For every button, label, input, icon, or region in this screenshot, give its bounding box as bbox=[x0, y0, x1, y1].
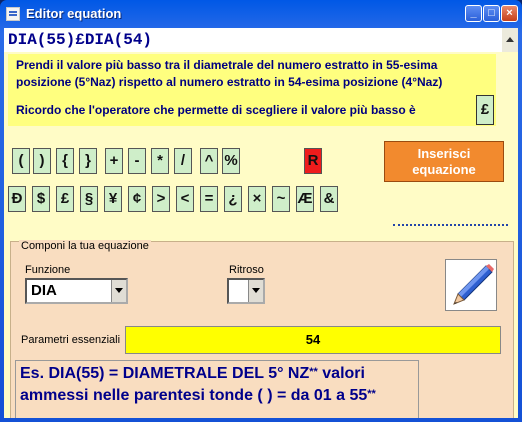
symbol-button[interactable]: * bbox=[151, 148, 169, 174]
close-button[interactable]: × bbox=[501, 5, 518, 22]
symbol-button-r[interactable]: R bbox=[304, 148, 322, 174]
chevron-down-icon[interactable] bbox=[248, 280, 263, 302]
maximize-button[interactable]: □ bbox=[483, 5, 500, 22]
example-line-2-sup: ** bbox=[367, 388, 376, 400]
panel-title: Componi la tua equazione bbox=[19, 240, 151, 252]
symbol-button[interactable]: ¢ bbox=[128, 186, 146, 212]
window-title: Editor equation bbox=[26, 6, 122, 21]
symbol-button[interactable]: + bbox=[105, 148, 123, 174]
insert-equation-button[interactable]: Inserisci equazione bbox=[384, 141, 504, 182]
operator-display: £ bbox=[476, 95, 494, 125]
minimize-button[interactable]: _ bbox=[465, 5, 482, 22]
insert-label-2: equazione bbox=[412, 161, 476, 177]
symbol-button[interactable]: Æ bbox=[296, 186, 314, 212]
symbol-button[interactable]: - bbox=[128, 148, 146, 174]
param-field[interactable]: 54 bbox=[125, 326, 501, 354]
symbol-button[interactable]: { bbox=[56, 148, 74, 174]
symbol-button[interactable]: ( bbox=[12, 148, 30, 174]
symbol-button[interactable]: > bbox=[152, 186, 170, 212]
example-line-1: Es. DIA(55) = DIAMETRALE DEL 5° NZ bbox=[20, 365, 310, 382]
equation-display[interactable]: DIA(55)£DIA(54) bbox=[4, 28, 502, 52]
pencil-button[interactable] bbox=[445, 259, 497, 311]
example-line-1-end: valori bbox=[317, 365, 365, 382]
param-label: Parametri essenziali bbox=[21, 334, 121, 346]
symbol-button[interactable]: ) bbox=[33, 148, 51, 174]
instruction-line-2: posizione (5°Naz) rispetto al numero est… bbox=[16, 75, 443, 89]
example-text: Es. DIA(55) = DIAMETRALE DEL 5° NZ** val… bbox=[15, 360, 419, 418]
symbol-button[interactable]: ¿ bbox=[224, 186, 242, 212]
symbol-button[interactable]: Ð bbox=[8, 186, 26, 212]
function-label: Funzione bbox=[25, 264, 71, 276]
instruction-line-3: Ricordo che l'operatore che permette di … bbox=[16, 103, 416, 117]
example-line-1-sup: ** bbox=[309, 366, 318, 378]
pencil-icon bbox=[453, 264, 494, 305]
app-icon bbox=[6, 7, 20, 21]
symbol-button[interactable]: § bbox=[80, 186, 98, 212]
symbol-button[interactable]: £ bbox=[56, 186, 74, 212]
function-value: DIA bbox=[31, 282, 57, 299]
symbol-button[interactable]: < bbox=[176, 186, 194, 212]
chevron-down-icon[interactable] bbox=[111, 280, 126, 302]
application-window: Editor equation _ □ × DIA(55)£DIA(54) Pr… bbox=[0, 0, 522, 422]
compose-panel: Componi la tua equazione Funzione DIA Ri… bbox=[10, 240, 514, 418]
title-bar: Editor equation _ □ × bbox=[0, 0, 522, 28]
symbol-button[interactable]: / bbox=[174, 148, 192, 174]
symbol-button[interactable]: ^ bbox=[200, 148, 218, 174]
symbol-button[interactable]: ~ bbox=[272, 186, 290, 212]
symbol-button[interactable]: × bbox=[248, 186, 266, 212]
symbol-button[interactable]: ¥ bbox=[104, 186, 122, 212]
example-line-2: ammessi nelle parentesi tonde ( ) = da 0… bbox=[20, 387, 368, 404]
function-select[interactable]: DIA bbox=[25, 278, 128, 304]
symbol-button[interactable]: % bbox=[222, 148, 240, 174]
divider bbox=[393, 224, 508, 228]
ritroso-label: Ritroso bbox=[229, 264, 264, 276]
symbol-button[interactable]: & bbox=[320, 186, 338, 212]
insert-label-1: Inserisci bbox=[417, 145, 471, 161]
scroll-up-icon[interactable] bbox=[502, 28, 518, 52]
client-area: DIA(55)£DIA(54) Prendi il valore più bas… bbox=[4, 28, 518, 418]
ritroso-select[interactable] bbox=[227, 278, 265, 304]
symbol-button[interactable]: $ bbox=[32, 186, 50, 212]
symbol-button[interactable]: } bbox=[79, 148, 97, 174]
symbol-button[interactable]: = bbox=[200, 186, 218, 212]
instructions-box: Prendi il valore più basso tra il diamet… bbox=[8, 54, 496, 126]
instruction-line-1: Prendi il valore più basso tra il diamet… bbox=[16, 58, 438, 72]
